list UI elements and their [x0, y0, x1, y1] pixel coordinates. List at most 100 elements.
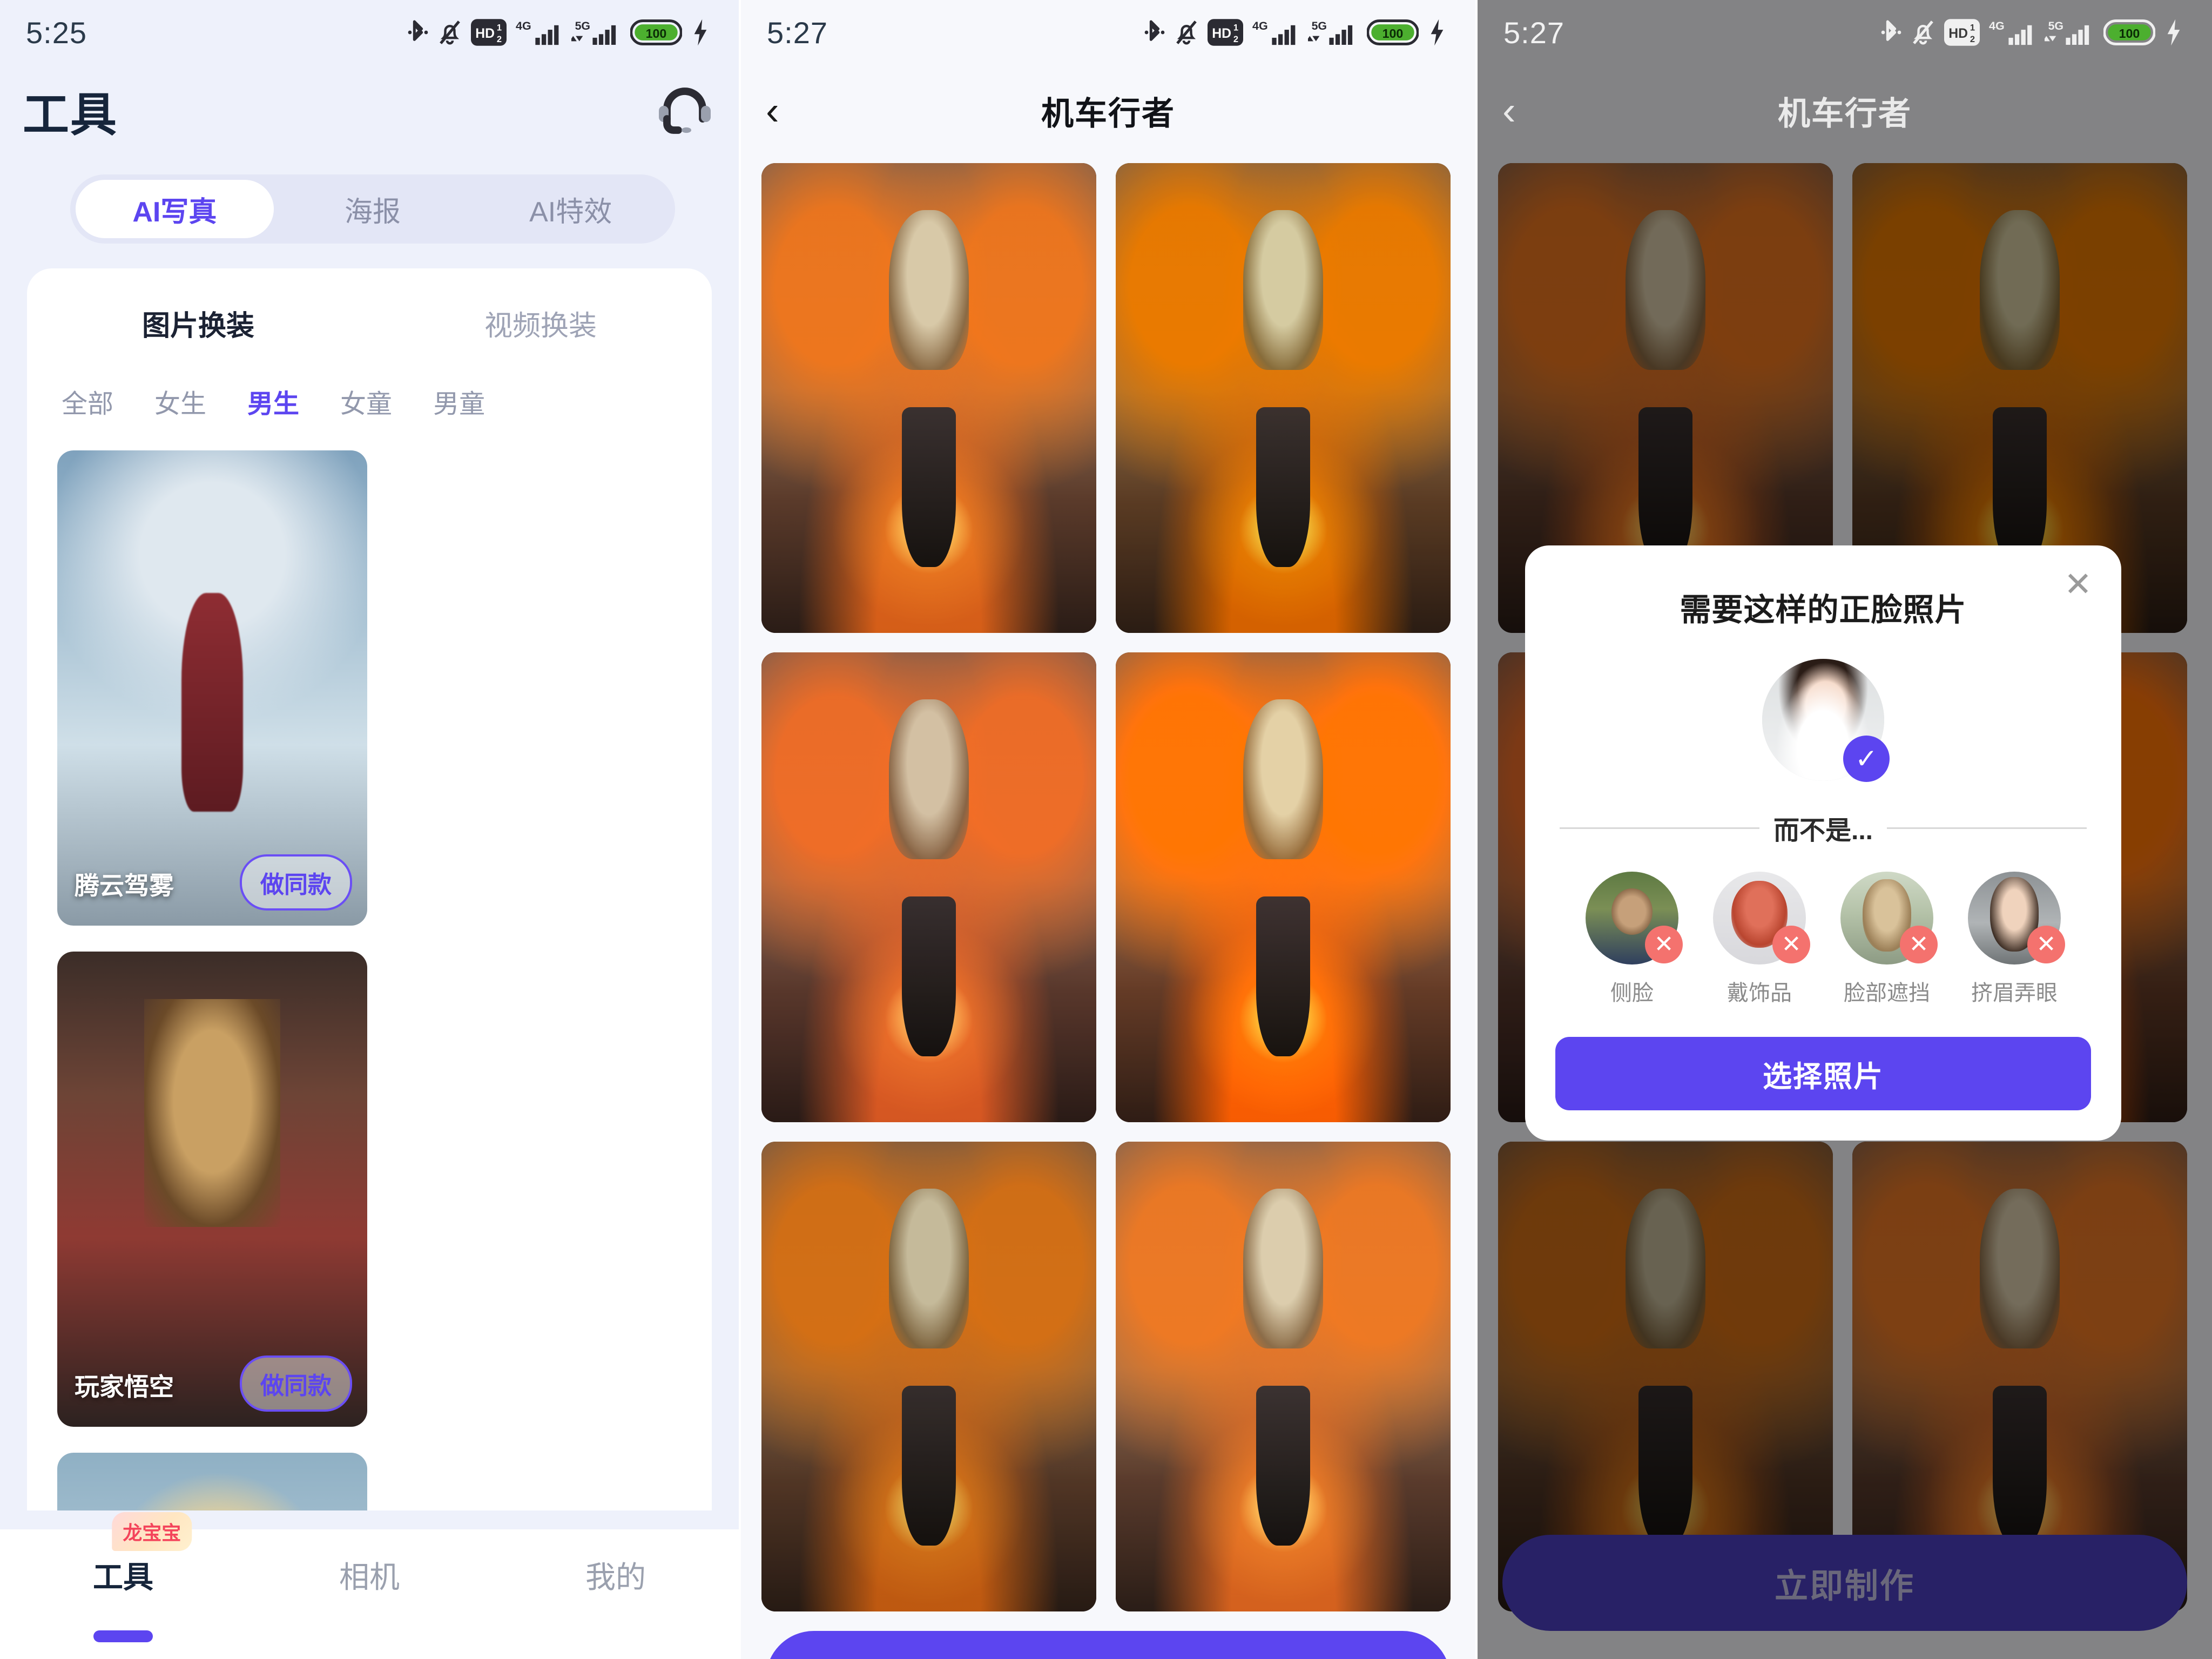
panel-tools-home: 5:25 HD 1 2 4G 5G 100 工具 AI写真 海报 AI特效 图片…: [0, 0, 739, 1659]
good-example-avatar: ✓: [1762, 659, 1890, 782]
divider-line-right: [1887, 827, 2087, 829]
svg-text:2: 2: [497, 35, 502, 44]
filter-girl[interactable]: 女童: [340, 382, 392, 420]
make-now-button[interactable]: 立即制作: [766, 1631, 1451, 1659]
status-clock: 5:27: [767, 15, 828, 50]
svg-text:5G: 5G: [575, 19, 590, 32]
bluetooth-icon: [1880, 18, 1902, 47]
svg-text:5G: 5G: [1312, 19, 1327, 32]
status-clock: 5:27: [1503, 15, 1564, 50]
close-icon[interactable]: ✕: [2064, 568, 2092, 602]
battery-icon: 100: [2103, 19, 2155, 46]
select-photo-button[interactable]: 选择照片: [1555, 1037, 2091, 1110]
template-card[interactable]: 玩家悟空 做同款: [57, 952, 367, 1427]
nav-label: 我的: [585, 1560, 646, 1594]
subtab-photo-outfit[interactable]: 图片换装: [27, 303, 369, 343]
tab-ai-effects[interactable]: AI特效: [471, 180, 670, 238]
three-panel-screenshot: 5:25 HD 1 2 4G 5G 100 工具 AI写真 海报 AI特效 图片…: [0, 0, 2212, 1659]
nav-label: 相机: [339, 1560, 400, 1594]
bluetooth-icon: [407, 18, 429, 47]
svg-text:2: 2: [1970, 35, 1975, 44]
svg-text:1: 1: [1233, 23, 1238, 33]
bad-example-item: ✕ 挤眉弄眼: [1964, 872, 2065, 1007]
signal-4g-icon: 4G: [1989, 18, 2035, 47]
status-icons: HD 1 2 4G 5G 100: [1880, 18, 2183, 47]
filter-male[interactable]: 男生: [247, 382, 299, 420]
svg-text:1: 1: [1970, 23, 1975, 33]
bad-example-item: ✕ 侧脸: [1582, 872, 1683, 1007]
svg-text:2: 2: [1233, 35, 1238, 44]
template-title: 玩家悟空: [75, 1373, 174, 1401]
svg-text:HD: HD: [475, 26, 495, 41]
subtab-video-outfit[interactable]: 视频换装: [369, 303, 712, 343]
gallery-image[interactable]: [1116, 163, 1451, 633]
charging-bolt-icon: [2164, 18, 2183, 46]
svg-text:4G: 4G: [516, 19, 531, 32]
nav-item-mine[interactable]: 我的: [493, 1553, 739, 1597]
bell-muted-icon: [1911, 18, 1935, 47]
cta-container: 立即制作: [741, 1611, 1475, 1659]
gallery-image[interactable]: [761, 1142, 1096, 1611]
filter-female[interactable]: 女生: [154, 382, 206, 420]
bad-example-avatar: ✕: [1586, 872, 1683, 965]
bad-example-avatar: ✕: [1713, 872, 1810, 965]
close-x-icon: ✕: [1772, 926, 1810, 963]
close-x-icon: ✕: [2027, 926, 2065, 963]
filter-boy[interactable]: 男童: [433, 382, 485, 420]
bad-example-label: 戴饰品: [1727, 981, 1792, 1005]
hd-volte-icon: HD 1 2: [1944, 19, 1980, 46]
svg-text:HD: HD: [1212, 26, 1231, 41]
svg-text:100: 100: [646, 26, 667, 41]
svg-text:1: 1: [497, 23, 502, 33]
content-card: 图片换装 视频换装 全部 女生 男生 女童 男童 腾云驾雾 做同款 玩家悟空 做…: [27, 268, 712, 1510]
bell-muted-icon: [438, 18, 462, 47]
divider-text: 而不是...: [1773, 817, 1873, 845]
gallery-image[interactable]: [1116, 652, 1451, 1122]
bottom-navigation: 龙宝宝 工具 相机 我的: [0, 1512, 739, 1659]
template-card[interactable]: 法天象地 做同款: [57, 1453, 367, 1510]
bad-examples-row: ✕ 侧脸 ✕ 戴饰品 ✕ 脸部遮挡 ✕ 挤眉弄眼: [1525, 872, 2121, 1007]
tab-poster[interactable]: 海报: [274, 180, 472, 238]
signal-4g-icon: 4G: [516, 18, 562, 47]
photo-guide-dialog: ✕ 需要这样的正脸照片 ✓ 而不是... ✕ 侧脸 ✕ 戴饰品 ✕ 脸部遮挡 ✕…: [1525, 545, 2121, 1141]
page-header: 工具: [0, 65, 739, 151]
template-title: 腾云驾雾: [75, 872, 174, 900]
make-same-button[interactable]: 做同款: [240, 1355, 352, 1412]
battery-icon: 100: [630, 19, 682, 46]
detail-navbar: ‹ 机车行者: [741, 65, 1475, 157]
gallery-image[interactable]: [761, 163, 1096, 633]
nav-active-indicator: [93, 1630, 153, 1642]
battery-icon: 100: [1367, 19, 1419, 46]
nav-item-tools[interactable]: 龙宝宝 工具: [0, 1512, 246, 1642]
dialog-title: 需要这样的正脸照片: [1680, 592, 1967, 628]
hd-volte-icon: HD 1 2: [471, 19, 507, 46]
tab-ai-portrait[interactable]: AI写真: [76, 180, 274, 238]
preview-gallery: [741, 157, 1475, 1611]
main-tab-bar: AI写真 海报 AI特效: [70, 174, 675, 244]
template-card[interactable]: 腾云驾雾 做同款: [57, 450, 367, 926]
make-same-button[interactable]: 做同款: [240, 854, 352, 911]
svg-text:100: 100: [2119, 26, 2140, 41]
charging-bolt-icon: [691, 18, 710, 46]
nav-item-camera[interactable]: 相机: [246, 1553, 493, 1597]
status-clock: 5:25: [26, 15, 87, 50]
svg-text:100: 100: [1382, 26, 1404, 41]
nav-label: 工具: [93, 1560, 153, 1594]
signal-4g-icon: 4G: [1252, 18, 1299, 47]
status-icons: HD 1 2 4G 5G 100: [407, 18, 710, 47]
svg-text:4G: 4G: [1989, 19, 2005, 32]
status-bar-panel1: 5:25 HD 1 2 4G 5G 100: [0, 0, 739, 65]
charging-bolt-icon: [1428, 18, 1446, 46]
bad-example-label: 脸部遮挡: [1844, 981, 1930, 1005]
gallery-image[interactable]: [1116, 1142, 1451, 1611]
bluetooth-icon: [1144, 18, 1165, 47]
gallery-image[interactable]: [761, 652, 1096, 1122]
status-bar-panel2: 5:27 HD 1 2 4G 5G 100: [741, 0, 1475, 65]
signal-5g-icon: 5G: [2045, 18, 2094, 47]
filter-all[interactable]: 全部: [62, 382, 113, 420]
headset-icon[interactable]: [656, 80, 714, 141]
hd-volte-icon: HD 1 2: [1208, 19, 1243, 46]
good-example-wrap: ✓: [1525, 659, 2121, 782]
nav-badge-dragon-baby: 龙宝宝: [112, 1512, 192, 1551]
detail-navbar: ‹ 机车行者: [1478, 65, 2212, 157]
